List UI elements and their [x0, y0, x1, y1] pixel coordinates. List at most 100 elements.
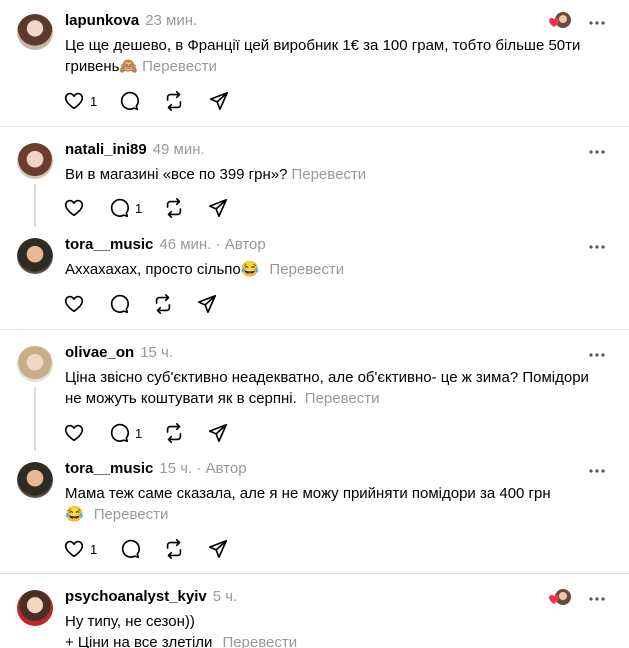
- more-options-icon[interactable]: [587, 144, 607, 154]
- repost-icon: [166, 539, 182, 559]
- more-options-icon[interactable]: [587, 591, 607, 601]
- share-button[interactable]: [208, 90, 230, 112]
- avatar[interactable]: [17, 590, 53, 626]
- comment-line-1: Ну типу, не сезон)): [65, 613, 195, 630]
- heart-icon: [64, 295, 84, 313]
- timestamp: 15 ч.: [140, 344, 174, 361]
- timestamp: 49 мин.: [152, 141, 205, 158]
- comment-icon: [110, 294, 129, 314]
- comment-text: Мама теж саме сказала, але я не можу при…: [65, 483, 565, 525]
- comment-icon: [110, 198, 129, 218]
- repost-button[interactable]: [163, 538, 185, 560]
- comment-text: Ціна звісно суб'єктивно неадекватно, але…: [65, 367, 595, 409]
- action-bar: 1: [63, 90, 263, 112]
- repost-icon: [166, 91, 182, 111]
- like-button[interactable]: [63, 293, 90, 315]
- comment-line-2: + Ціни на все злетіли Перевести: [65, 632, 600, 648]
- share-button[interactable]: [207, 538, 229, 560]
- action-bar: 1: [63, 422, 263, 444]
- action-bar: 1: [63, 197, 263, 219]
- send-icon: [209, 91, 229, 111]
- like-count: 1: [90, 541, 98, 557]
- comment-body: Ви в магазині «все по 399 грн»?: [65, 166, 288, 183]
- more-options-icon[interactable]: [587, 239, 607, 249]
- repost-button[interactable]: [152, 293, 174, 315]
- like-button[interactable]: 1: [63, 90, 97, 112]
- translate-link[interactable]: Перевести: [94, 506, 169, 523]
- timestamp: 5 ч.: [212, 588, 238, 605]
- reply-button[interactable]: [118, 90, 140, 112]
- repost-icon: [166, 423, 182, 443]
- comment-body: Аххахахах, просто сільпо😂: [65, 261, 260, 278]
- translate-link[interactable]: Перевести: [222, 634, 297, 648]
- comment-icon: [120, 91, 139, 111]
- timestamp: 46 мин.: [159, 236, 212, 253]
- action-bar: [63, 293, 263, 315]
- comment-icon: [110, 423, 129, 443]
- username[interactable]: lapunkova: [65, 12, 139, 29]
- liked-by-author-icon[interactable]: [547, 587, 573, 607]
- send-icon: [208, 423, 228, 443]
- avatar[interactable]: [17, 462, 53, 498]
- translate-link[interactable]: Перевести: [269, 261, 344, 278]
- more-options-icon[interactable]: [587, 15, 607, 25]
- translate-link[interactable]: Перевести: [142, 58, 217, 75]
- timestamp: 15 ч.: [159, 460, 193, 477]
- comment-body: + Ціни на все злетіли: [65, 634, 213, 648]
- comment-2: natali_ini89 49 мин. Ви в магазині «все п…: [0, 127, 629, 222]
- username[interactable]: natali_ini89: [65, 141, 147, 158]
- action-bar: 1: [63, 538, 263, 560]
- like-button[interactable]: 1: [63, 538, 97, 560]
- share-button[interactable]: [207, 197, 229, 219]
- repost-button[interactable]: [163, 197, 185, 219]
- reply-button[interactable]: 1: [108, 422, 142, 444]
- comment-header: lapunkova 23 мин.: [65, 12, 197, 29]
- heart-icon: [64, 540, 84, 558]
- translate-link[interactable]: Перевести: [305, 390, 380, 407]
- repost-icon: [155, 294, 171, 314]
- share-button[interactable]: [207, 422, 229, 444]
- thread-line: [34, 387, 36, 451]
- timestamp: 23 мин.: [145, 12, 198, 29]
- comment-3: tora__music 46 мин. · Автор Аххахахах, пр…: [0, 222, 629, 329]
- avatar[interactable]: [17, 143, 53, 179]
- send-icon: [208, 539, 228, 559]
- translate-link[interactable]: Перевести: [291, 166, 366, 183]
- avatar[interactable]: [17, 14, 53, 50]
- like-button[interactable]: [63, 197, 90, 219]
- avatar[interactable]: [17, 346, 53, 382]
- repost-button[interactable]: [163, 422, 185, 444]
- comment-6: psychoanalyst_kyiv 5 ч. Ну типу, не сезон…: [0, 574, 629, 648]
- comment-text: Ну типу, не сезон)) + Ціни на все злетіл…: [65, 611, 600, 648]
- reply-button[interactable]: [108, 293, 130, 315]
- like-button[interactable]: [63, 422, 85, 444]
- more-options-icon[interactable]: [587, 347, 607, 357]
- thread-line: [34, 184, 36, 227]
- repost-icon: [166, 198, 182, 218]
- username[interactable]: psychoanalyst_kyiv: [65, 588, 207, 605]
- reply-button[interactable]: 1: [108, 197, 142, 219]
- like-count: 1: [90, 93, 98, 109]
- heart-icon: [64, 199, 84, 217]
- reply-button[interactable]: [119, 538, 141, 560]
- repost-button[interactable]: [163, 90, 185, 112]
- comment-header: psychoanalyst_kyiv 5 ч.: [65, 588, 237, 605]
- username[interactable]: olivae_on: [65, 344, 134, 361]
- liked-by-author-icon[interactable]: [547, 10, 573, 30]
- comment-1: lapunkova 23 мин. Це ще дешево, в Франції…: [0, 0, 629, 126]
- avatar[interactable]: [17, 238, 53, 274]
- more-options-icon[interactable]: [587, 463, 607, 473]
- share-button[interactable]: [196, 293, 218, 315]
- comment-header: olivae_on 15 ч.: [65, 344, 173, 361]
- author-badge: · Автор: [196, 460, 247, 477]
- comment-header: natali_ini89 49 мин.: [65, 141, 205, 158]
- comment-text: Це ще дешево, в Франції цей виробник 1€ …: [65, 35, 600, 77]
- reply-count: 1: [135, 425, 143, 441]
- send-icon: [208, 198, 228, 218]
- send-icon: [197, 294, 217, 314]
- comment-text: Аххахахах, просто сільпо😂 Перевести: [65, 259, 600, 280]
- comment-text: Ви в магазині «все по 399 грн»? Перевести: [65, 164, 600, 185]
- comment-header: tora__music 15 ч. · Автор: [65, 460, 247, 477]
- username[interactable]: tora__music: [65, 236, 153, 253]
- username[interactable]: tora__music: [65, 460, 153, 477]
